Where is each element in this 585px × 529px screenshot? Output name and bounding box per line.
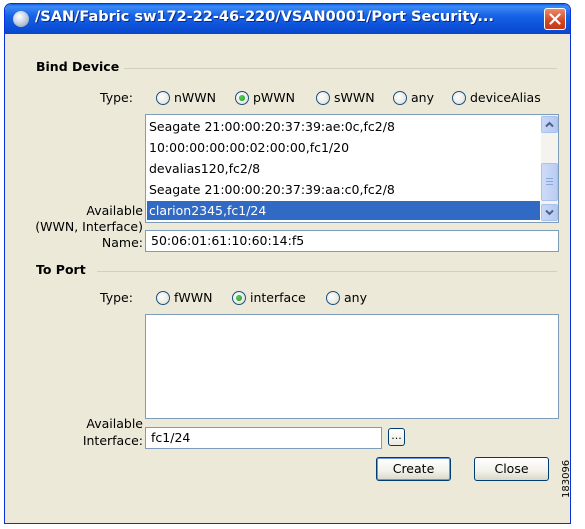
window-app-icon [13, 11, 29, 27]
name-label: Name: [101, 235, 143, 250]
radio-any-port-label[interactable]: any [344, 290, 367, 305]
available-interface-label-line1: Available [86, 416, 143, 431]
list-item[interactable]: Seagate 21:00:00:20:37:39:ae:0c,fc2/8 [147, 117, 540, 136]
chevron-down-icon [545, 209, 554, 216]
radio-device-alias-label[interactable]: deviceAlias [470, 90, 541, 105]
title-bar[interactable]: /SAN/Fabric sw172-22-46-220/VSAN0001/Por… [5, 4, 570, 34]
close-icon [549, 13, 561, 25]
radio-fwwn[interactable] [156, 291, 170, 305]
list-item[interactable]: devalias120,fc2/8 [147, 159, 540, 178]
scroll-up-button[interactable] [541, 116, 558, 133]
port-type-label: Type: [100, 290, 133, 305]
radio-interface[interactable] [232, 291, 246, 305]
bind-type-label: Type: [100, 90, 133, 105]
radio-swwn-label[interactable]: sWWN [334, 90, 375, 105]
list-scrollbar[interactable] [541, 115, 558, 222]
radio-any-device[interactable] [393, 91, 407, 105]
radio-interface-label[interactable]: interface [250, 290, 306, 305]
radio-swwn[interactable] [316, 91, 330, 105]
list-item[interactable]: 10:00:00:00:00:02:00:00,fc1/20 [147, 138, 540, 157]
interface-field[interactable]: fc1/24 [145, 427, 382, 449]
list-item[interactable]: Seagate 21:00:00:20:37:39:aa:c0,fc2/8 [147, 180, 540, 199]
bind-device-divider [124, 68, 557, 69]
close-window-button[interactable] [544, 8, 566, 30]
radio-nwwn-label[interactable]: nWWN [174, 90, 216, 105]
figure-number: 183096 [561, 459, 572, 498]
radio-pwwn-label[interactable]: pWWN [253, 90, 295, 105]
radio-nwwn[interactable] [156, 91, 170, 105]
grip-line [546, 181, 553, 182]
window-title: /SAN/Fabric sw172-22-46-220/VSAN0001/Por… [35, 9, 494, 25]
available-interface-list[interactable] [145, 314, 559, 419]
radio-any-device-label[interactable]: any [411, 90, 434, 105]
radio-fwwn-label[interactable]: fWWN [174, 290, 212, 305]
radio-pwwn[interactable] [235, 91, 249, 105]
list-item-selected[interactable]: clarion2345,fc1/24 [147, 201, 540, 220]
chevron-up-icon [545, 121, 554, 128]
close-button[interactable]: Close [474, 457, 549, 481]
grip-line [546, 178, 553, 179]
available-interface-label-line2: Interface: [82, 433, 143, 448]
browse-interface-button[interactable]: ... [388, 428, 405, 446]
scroll-down-button[interactable] [541, 204, 558, 221]
scroll-thumb[interactable] [541, 163, 558, 201]
available-wwn-label-line2: (WWN, Interface) [35, 219, 143, 234]
grip-line [546, 184, 553, 185]
radio-device-alias[interactable] [452, 91, 466, 105]
port-security-dialog: /SAN/Fabric sw172-22-46-220/VSAN0001/Por… [4, 3, 571, 524]
radio-any-port[interactable] [326, 291, 340, 305]
to-port-divider [97, 271, 557, 272]
available-wwn-list[interactable]: Seagate 21:00:00:20:37:39:ae:0c,fc2/8 10… [145, 114, 559, 223]
create-button[interactable]: Create [376, 457, 451, 481]
available-wwn-label-line1: Available [86, 203, 143, 218]
to-port-group-label: To Port [36, 262, 86, 277]
name-field[interactable]: 50:06:01:61:10:60:14:f5 [145, 230, 559, 252]
bind-device-group-label: Bind Device [36, 59, 120, 74]
